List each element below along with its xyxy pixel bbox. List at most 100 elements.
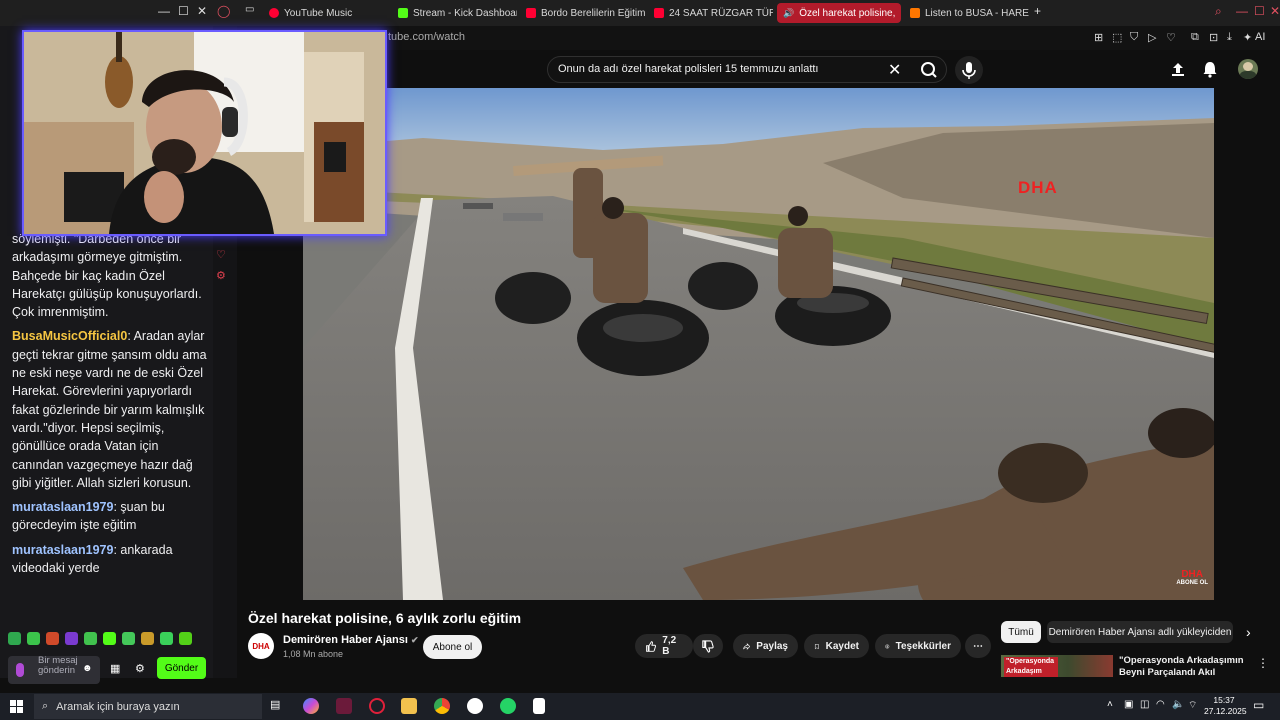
emote-icon[interactable] xyxy=(65,632,78,645)
related-more-icon[interactable]: ⋮ xyxy=(1257,656,1269,670)
clear-search-icon[interactable]: ✕ xyxy=(888,60,901,80)
task-view-icon[interactable]: ▤ xyxy=(270,698,286,714)
emoji-icon[interactable]: ☻ xyxy=(82,663,93,674)
tab-kick-dashboard[interactable]: Stream - Kick Dashboard xyxy=(392,3,517,23)
tab-ozel-harekat[interactable]: 🔊 Özel harekat polisine, ✕ xyxy=(777,3,901,23)
new-tab-icon[interactable]: + xyxy=(1034,4,1041,18)
dha-subscribe-watermark[interactable]: DHA ABONE OL xyxy=(1176,569,1208,586)
chat-username[interactable]: murataslaan1979 xyxy=(12,543,113,557)
emote-icon[interactable] xyxy=(122,632,135,645)
extensions-icon[interactable]: ⧉ xyxy=(1191,31,1199,44)
emote-icon[interactable] xyxy=(141,632,154,645)
more-actions-button[interactable]: ⋯ xyxy=(965,634,991,658)
minimize-icon[interactable]: — xyxy=(158,4,170,18)
emote-icon[interactable] xyxy=(8,632,21,645)
search-icon[interactable] xyxy=(914,60,944,80)
search-input[interactable]: Onun da adı özel harekat polisleri 15 te… xyxy=(558,63,818,75)
emote-icon[interactable] xyxy=(27,632,40,645)
chat-settings-icon[interactable]: ⚙ xyxy=(216,269,226,282)
tray-icon[interactable]: ▣ xyxy=(1124,699,1133,710)
emote-icon[interactable] xyxy=(179,632,192,645)
wifi-icon[interactable]: ⌔ xyxy=(1188,699,1197,712)
store-icon[interactable]: ▦ xyxy=(110,662,120,675)
app-icon[interactable] xyxy=(336,698,352,714)
notifications-icon[interactable] xyxy=(1201,60,1219,78)
app-icon[interactable] xyxy=(467,698,483,714)
emote-icon[interactable] xyxy=(84,632,97,645)
pin-icon[interactable]: ⊞ xyxy=(1094,31,1103,44)
chat-mic-icon[interactable] xyxy=(16,663,24,677)
maximize-icon[interactable]: ☐ xyxy=(178,4,189,18)
avatar[interactable] xyxy=(1238,59,1258,79)
taskbar-search[interactable]: ⌕ Aramak için buraya yazın xyxy=(34,694,262,719)
like-count: 7,2 B xyxy=(662,635,677,657)
close-window-icon[interactable]: ✕ xyxy=(197,4,207,18)
emote-icon[interactable] xyxy=(160,632,173,645)
thumbnail-caption: "Operasyonda Arkadaşım xyxy=(1004,657,1058,677)
search-box[interactable]: Onun da adı özel harekat polisleri 15 te… xyxy=(547,56,947,83)
minimize-icon[interactable]: — xyxy=(1236,4,1248,18)
upload-icon[interactable] xyxy=(1169,60,1187,78)
download-icon[interactable]: ⤓ xyxy=(1227,31,1232,44)
dislike-button[interactable] xyxy=(693,634,723,658)
play-icon[interactable]: ▷ xyxy=(1148,31,1156,44)
save-button[interactable]: Kaydet xyxy=(804,634,869,658)
chrome-icon[interactable] xyxy=(434,698,450,714)
voice-search-button[interactable] xyxy=(955,56,983,84)
video-player[interactable]: DHA DHA ABONE OL xyxy=(303,88,1214,600)
network-icon[interactable]: ◠ xyxy=(1156,699,1165,710)
chat-username[interactable]: BusaMusicOfficial0 xyxy=(12,329,127,343)
wallet-icon[interactable]: ⊡ xyxy=(1209,31,1218,44)
tab-list-icon[interactable]: ▭ xyxy=(245,4,254,15)
copilot-icon[interactable] xyxy=(303,698,319,714)
opera-icon[interactable]: ◯ xyxy=(217,4,230,18)
screenshot-icon[interactable]: ⬚ xyxy=(1112,31,1122,44)
heart-icon[interactable]: ♡ xyxy=(1166,31,1176,44)
emote-icon[interactable] xyxy=(46,632,59,645)
emote-icon[interactable] xyxy=(103,632,116,645)
taskbar-clock[interactable]: 15:37 27.12.2025 xyxy=(1204,695,1247,717)
dha-watermark: DHA xyxy=(1018,178,1058,197)
youtube-music-icon xyxy=(269,8,279,18)
chat-settings-gear-icon[interactable]: ⚙ xyxy=(135,662,145,675)
thanks-button[interactable]: $ Teşekkürler xyxy=(875,634,961,658)
like-button[interactable]: 7,2 B xyxy=(635,634,693,658)
close-tab-icon[interactable]: ✕ xyxy=(900,8,901,19)
ai-label[interactable]: AI xyxy=(1255,31,1265,43)
chip-from-uploader[interactable]: Demirören Haber Ajansı adlı yükleyiciden xyxy=(1047,621,1233,643)
opera-gx-icon[interactable] xyxy=(369,698,385,714)
subscriber-count: 1,08 Mn abone xyxy=(283,649,344,659)
tab-label: 24 SAAT RÜZGAR TÜRBİN xyxy=(669,7,773,19)
channel-avatar[interactable]: DHA xyxy=(248,633,274,659)
tab-bordo-bereliler[interactable]: Bordo Berelilerin Eğitimine xyxy=(520,3,645,23)
tab-ruzgar-turbin[interactable]: 24 SAAT RÜZGAR TÜRBİN xyxy=(648,3,773,23)
subscribe-button[interactable]: Abone ol xyxy=(423,635,482,659)
search-tabs-icon[interactable]: ⌕ xyxy=(1215,4,1222,19)
tab-busa-harekat[interactable]: Listen to BUSA - HAREKAT xyxy=(904,3,1029,23)
notification-center-icon[interactable]: ▭ xyxy=(1253,698,1264,712)
volume-icon[interactable]: 🔈 xyxy=(1172,699,1184,710)
share-button[interactable]: Paylaş xyxy=(733,634,798,658)
whatsapp-icon[interactable] xyxy=(500,698,516,714)
maximize-icon[interactable]: ☐ xyxy=(1254,4,1265,18)
close-window-icon[interactable]: ✕ xyxy=(1270,4,1280,18)
chat-emote-icon[interactable]: ♡ xyxy=(216,248,226,261)
address-bar[interactable]: tube.com/watch xyxy=(388,31,465,43)
chip-all[interactable]: Tümü xyxy=(1001,621,1041,643)
send-button[interactable]: Gönder xyxy=(157,657,206,679)
tab-youtube-music[interactable]: YouTube Music xyxy=(263,3,388,23)
related-video-thumbnail[interactable]: "Operasyonda Arkadaşım xyxy=(1001,655,1113,677)
related-video-title[interactable]: "Operasyonda Arkadaşımın Beyni Parçaland… xyxy=(1119,655,1249,677)
ai-icon[interactable]: ✦ xyxy=(1243,31,1252,44)
shield-icon[interactable]: ⛉ xyxy=(1130,31,1138,44)
channel-name[interactable]: Demirören Haber Ajansı ✔ xyxy=(283,634,419,646)
notepad-icon[interactable] xyxy=(533,698,545,714)
tray-icon[interactable]: ◫ xyxy=(1140,699,1149,710)
file-explorer-icon[interactable] xyxy=(401,698,417,714)
chat-input[interactable]: Bir mesaj gönderin ☻ xyxy=(8,656,100,684)
chat-username[interactable]: murataslaan1979 xyxy=(12,500,113,514)
chevron-right-icon[interactable]: › xyxy=(1246,624,1251,640)
tray-chevron-icon[interactable]: ˄ xyxy=(1107,699,1113,710)
chat-message: söylemişti. "Darbeden önce bir arkadaşım… xyxy=(12,230,208,321)
windows-start-icon[interactable] xyxy=(10,700,23,713)
